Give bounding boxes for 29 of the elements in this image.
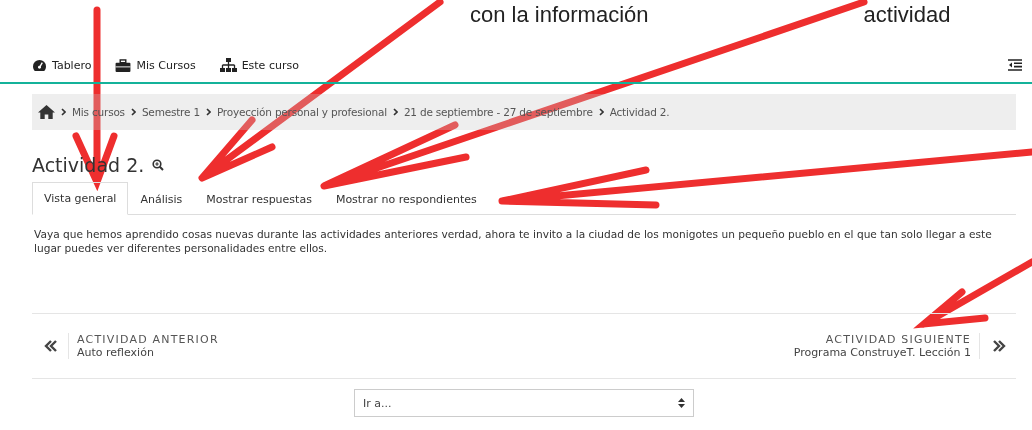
tab[interactable]: Mostrar respuestas — [194, 182, 324, 215]
chevron-icon — [130, 108, 136, 116]
jump-select[interactable]: Ir a... — [354, 389, 694, 417]
tab[interactable]: Análisis — [128, 182, 195, 215]
next-heading: ACTIVIDAD SIGUIENTE — [825, 333, 971, 346]
nav-link[interactable]: Mis Cursos — [115, 58, 196, 72]
chevron-icon — [205, 108, 211, 116]
breadcrumb-link[interactable]: Semestre 1 — [141, 106, 200, 118]
nav-link[interactable]: Tablero — [32, 58, 92, 72]
tab[interactable]: Vista general — [32, 182, 129, 215]
zoom-in-icon[interactable] — [152, 159, 165, 171]
sitemap-icon — [219, 58, 237, 72]
drawer-toggle-icon[interactable] — [1008, 59, 1022, 71]
home-icon[interactable] — [38, 105, 55, 119]
nav-link[interactable]: Este curso — [219, 58, 299, 72]
annotation-text: actividad — [863, 1, 951, 28]
previous-heading: ACTIVIDAD ANTERIOR — [77, 333, 219, 346]
chevron-icon — [392, 108, 398, 116]
gauge-icon — [32, 58, 47, 72]
breadcrumb-link[interactable]: Actividad 2. — [609, 106, 670, 118]
next-activity-link[interactable]: Programa ConstruyeT. Lección 1 — [793, 346, 971, 359]
briefcase-icon — [115, 58, 132, 72]
activity-description: Vaya que hemos aprendido cosas nuevas durante las actividades anteriores verdad, ahora te invito a la ciudad de los monigotes un pequeño pueblo en el que tan solo llegar a este lugar puedes ver diferentes personalidades entre ellos. — [34, 227, 993, 255]
chevron-icon — [598, 108, 604, 116]
previous-activity-link[interactable]: Auto reflexión — [77, 346, 219, 359]
annotation-text: con la información — [470, 1, 649, 28]
select-caret-icon — [678, 398, 685, 408]
chevron-icon — [61, 108, 66, 116]
tab[interactable]: Mostrar no respondientes — [323, 182, 489, 215]
